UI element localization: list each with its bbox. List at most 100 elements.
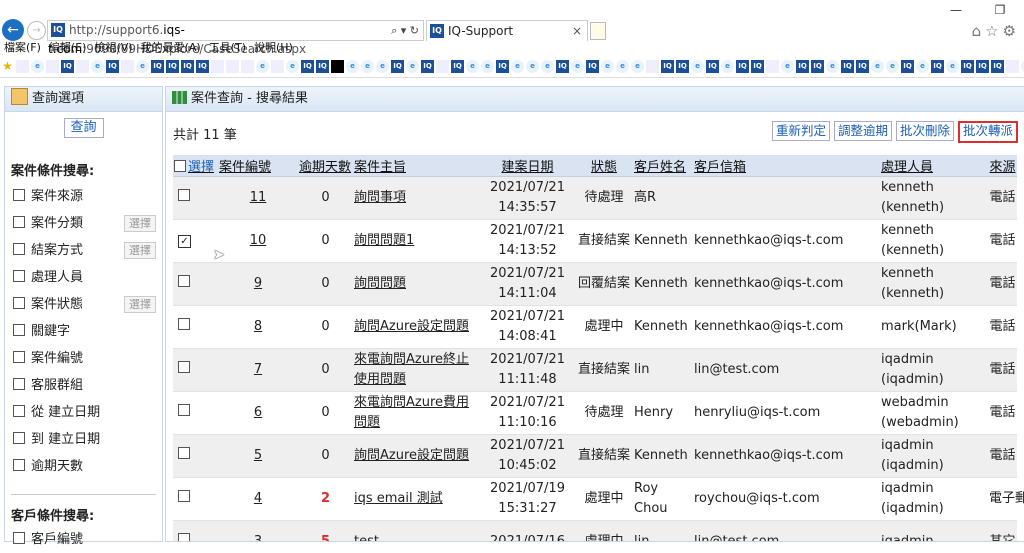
favorite-link-icon[interactable]: e: [406, 60, 419, 73]
case-subject-link[interactable]: 來電詢問Azure費用問題: [354, 395, 469, 430]
row-checkbox[interactable]: [178, 275, 190, 287]
col-subject[interactable]: 案件主旨: [353, 155, 480, 177]
favorite-link-icon[interactable]: IQ: [421, 60, 434, 73]
favorite-link-icon[interactable]: [16, 60, 29, 73]
favorite-link-icon[interactable]: [646, 60, 659, 73]
row-checkbox[interactable]: ✓: [178, 235, 191, 248]
table-row[interactable]: 4 2 iqs email 測試 2021/07/19 15:31:27 處理中 Roy C…: [173, 477, 1024, 521]
favorite-link-icon[interactable]: IQ: [736, 60, 749, 73]
table-row[interactable]: 11 0 詢問事項 2021/07/21 14:35:57 待處理 高R kenneth (ke…: [173, 176, 1017, 220]
case-subject-link[interactable]: 詢問Azure設定問題: [354, 448, 469, 463]
criteria-checkbox[interactable]: [13, 324, 25, 336]
favorite-link-icon[interactable]: e: [136, 60, 149, 73]
favorite-link-icon[interactable]: e: [526, 60, 539, 73]
favorite-link-icon[interactable]: IQ: [931, 60, 944, 73]
favorite-link-icon[interactable]: e: [91, 60, 104, 73]
favorite-link-icon[interactable]: e: [601, 60, 614, 73]
favorite-link-icon[interactable]: e: [826, 60, 839, 73]
close-tab-icon[interactable]: ×: [572, 21, 582, 41]
favorite-link-icon[interactable]: IQ: [61, 60, 74, 73]
menu-view[interactable]: 檢視(V): [94, 41, 132, 54]
favorite-link-icon[interactable]: e: [631, 60, 644, 73]
table-row[interactable]: 8 0 詢問Azure設定問題 2021/07/21 14:08:41 處理中 Kennet…: [173, 305, 1017, 349]
forward-arrow-icon[interactable]: →: [27, 21, 46, 40]
criteria-checkbox[interactable]: [13, 243, 25, 255]
criteria-item[interactable]: 從 建立日期: [5, 399, 162, 426]
case-id-link[interactable]: 11: [250, 190, 267, 205]
case-subject-link[interactable]: iqs email 測試: [354, 491, 443, 506]
favorite-link-icon[interactable]: IQ: [751, 60, 764, 73]
case-id-link[interactable]: 6: [254, 405, 262, 420]
col-source[interactable]: 來源: [988, 155, 1017, 177]
row-checkbox[interactable]: [178, 447, 190, 459]
case-id-link[interactable]: 4: [254, 491, 262, 506]
favorite-link-icon[interactable]: IQ: [676, 60, 689, 73]
favorite-link-icon[interactable]: e: [511, 60, 524, 73]
home-favorites-settings-icons[interactable]: ⌂☆⚙: [972, 22, 1020, 40]
favorite-link-icon[interactable]: e: [571, 60, 584, 73]
favorite-link-icon[interactable]: e: [781, 60, 794, 73]
favorite-link-icon[interactable]: IQ: [196, 60, 209, 73]
restore-icon[interactable]: ❐: [978, 0, 1022, 20]
case-id-link[interactable]: 9: [254, 276, 262, 291]
col-case-id[interactable]: 案件編號: [218, 155, 298, 177]
criteria-checkbox[interactable]: [13, 351, 25, 363]
favorite-link-icon[interactable]: e: [31, 60, 44, 73]
favorite-link-icon[interactable]: e: [481, 60, 494, 73]
favorite-link-icon[interactable]: [121, 60, 134, 73]
criteria-checkbox[interactable]: [13, 532, 25, 544]
criteria-item[interactable]: 案件來源: [5, 183, 162, 210]
favorite-link-icon[interactable]: e: [916, 60, 929, 73]
case-subject-link[interactable]: 來電詢問Azure終止使用問題: [354, 352, 469, 387]
criteria-item[interactable]: 客服群組: [5, 372, 162, 399]
favorite-link-icon[interactable]: IQ: [976, 60, 989, 73]
criteria-item[interactable]: 案件分類 選擇: [5, 210, 162, 237]
favorite-link-icon[interactable]: IQ: [991, 60, 1004, 73]
menu-help[interactable]: 說明(H): [254, 41, 293, 54]
case-subject-link[interactable]: 詢問事項: [354, 190, 406, 205]
favorite-link-icon[interactable]: e: [616, 60, 629, 73]
favorite-link-icon[interactable]: [271, 60, 284, 73]
favorite-link-icon[interactable]: IQ: [316, 60, 329, 73]
favorite-link-icon[interactable]: [1006, 60, 1019, 73]
criteria-checkbox[interactable]: [13, 189, 25, 201]
case-id-link[interactable]: 7: [254, 362, 262, 377]
row-checkbox[interactable]: [178, 404, 190, 416]
col-overdue[interactable]: 逾期天數: [298, 155, 353, 177]
favorite-link-icon[interactable]: IQ: [391, 60, 404, 73]
col-handler[interactable]: 處理人員: [880, 155, 988, 177]
favorite-link-icon[interactable]: IQ: [301, 60, 314, 73]
favorite-link-icon[interactable]: e: [541, 60, 554, 73]
address-tools[interactable]: ⌕ ▾ ↻: [391, 21, 419, 40]
favorite-link-icon[interactable]: [211, 60, 224, 73]
favorite-link-icon[interactable]: IQ: [661, 60, 674, 73]
favorites-star-icon[interactable]: ★: [1, 60, 14, 73]
case-subject-link[interactable]: 詢問問題: [354, 276, 406, 291]
criteria-checkbox[interactable]: [13, 432, 25, 444]
address-bar[interactable]: IQ http://support6.iqs-t.com:9090/09HDExp…: [47, 20, 424, 56]
criteria-item[interactable]: 案件編號: [5, 345, 162, 372]
favorite-link-icon[interactable]: IQ: [841, 60, 854, 73]
favorite-link-icon[interactable]: IQ: [586, 60, 599, 73]
favorite-link-icon[interactable]: e: [376, 60, 389, 73]
favorite-link-icon[interactable]: e: [361, 60, 374, 73]
browser-tab[interactable]: IQ IQ-Support ×: [426, 20, 588, 41]
col-date[interactable]: 建案日期: [480, 155, 575, 177]
minimize-icon[interactable]: —: [934, 0, 978, 20]
select-button[interactable]: 選擇: [124, 296, 156, 313]
favorite-link-icon[interactable]: IQ: [901, 60, 914, 73]
batch-reassign-button[interactable]: 批次轉派: [957, 121, 1018, 143]
select-button[interactable]: 選擇: [124, 242, 156, 259]
table-row[interactable]: ✓ 10 0 詢問問題1 2021/07/21 14:13:52 直接結案 Kenneth ke…: [173, 219, 1017, 263]
back-arrow-icon[interactable]: ←: [2, 19, 24, 41]
table-row[interactable]: 9 0 詢問問題 2021/07/21 14:11:04 回覆結案 Kenneth kenne…: [173, 262, 1017, 306]
favorite-link-icon[interactable]: e: [721, 60, 734, 73]
criteria-item[interactable]: 關鍵字: [5, 318, 162, 345]
select-button[interactable]: 選擇: [124, 215, 156, 232]
favorite-link-icon[interactable]: e: [346, 60, 359, 73]
favorite-link-icon[interactable]: IQ: [811, 60, 824, 73]
case-subject-link[interactable]: test: [354, 534, 379, 541]
favorite-link-icon[interactable]: IQ: [106, 60, 119, 73]
favorite-link-icon[interactable]: IQ: [451, 60, 464, 73]
row-checkbox[interactable]: [178, 189, 190, 201]
